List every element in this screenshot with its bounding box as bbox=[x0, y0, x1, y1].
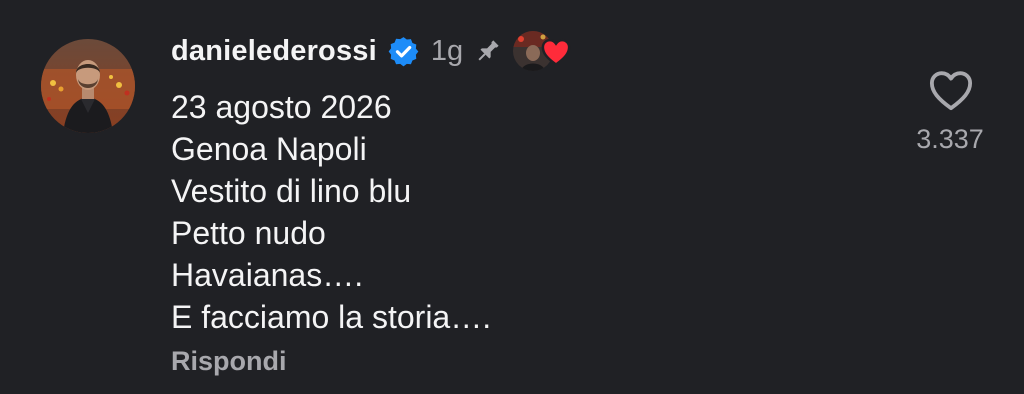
comment-line: 23 agosto 2026 bbox=[171, 89, 392, 125]
comment-line: E facciamo la storia…. bbox=[171, 299, 492, 335]
avatar[interactable] bbox=[41, 39, 135, 133]
reply-button[interactable]: Rispondi bbox=[171, 346, 287, 377]
like-button[interactable] bbox=[928, 69, 974, 113]
username[interactable]: danielederossi bbox=[171, 35, 377, 68]
heart-outline-icon bbox=[929, 71, 973, 111]
comment-time: 1g bbox=[430, 34, 464, 67]
author-like-indicator bbox=[513, 30, 575, 72]
comment-text: 23 agosto 2026 Genoa Napoli Vestito di l… bbox=[171, 86, 491, 338]
comment-header: danielederossi 1g bbox=[171, 30, 575, 72]
comment-line: Petto nudo bbox=[171, 215, 326, 251]
pin-icon bbox=[473, 36, 503, 66]
verified-badge-icon bbox=[387, 35, 420, 68]
comment-line: Vestito di lino blu bbox=[171, 173, 412, 209]
like-count: 3.337 bbox=[916, 124, 984, 154]
red-heart-icon bbox=[541, 38, 571, 67]
comment-line: Genoa Napoli bbox=[171, 131, 367, 167]
comment-line: Havaianas…. bbox=[171, 257, 364, 293]
